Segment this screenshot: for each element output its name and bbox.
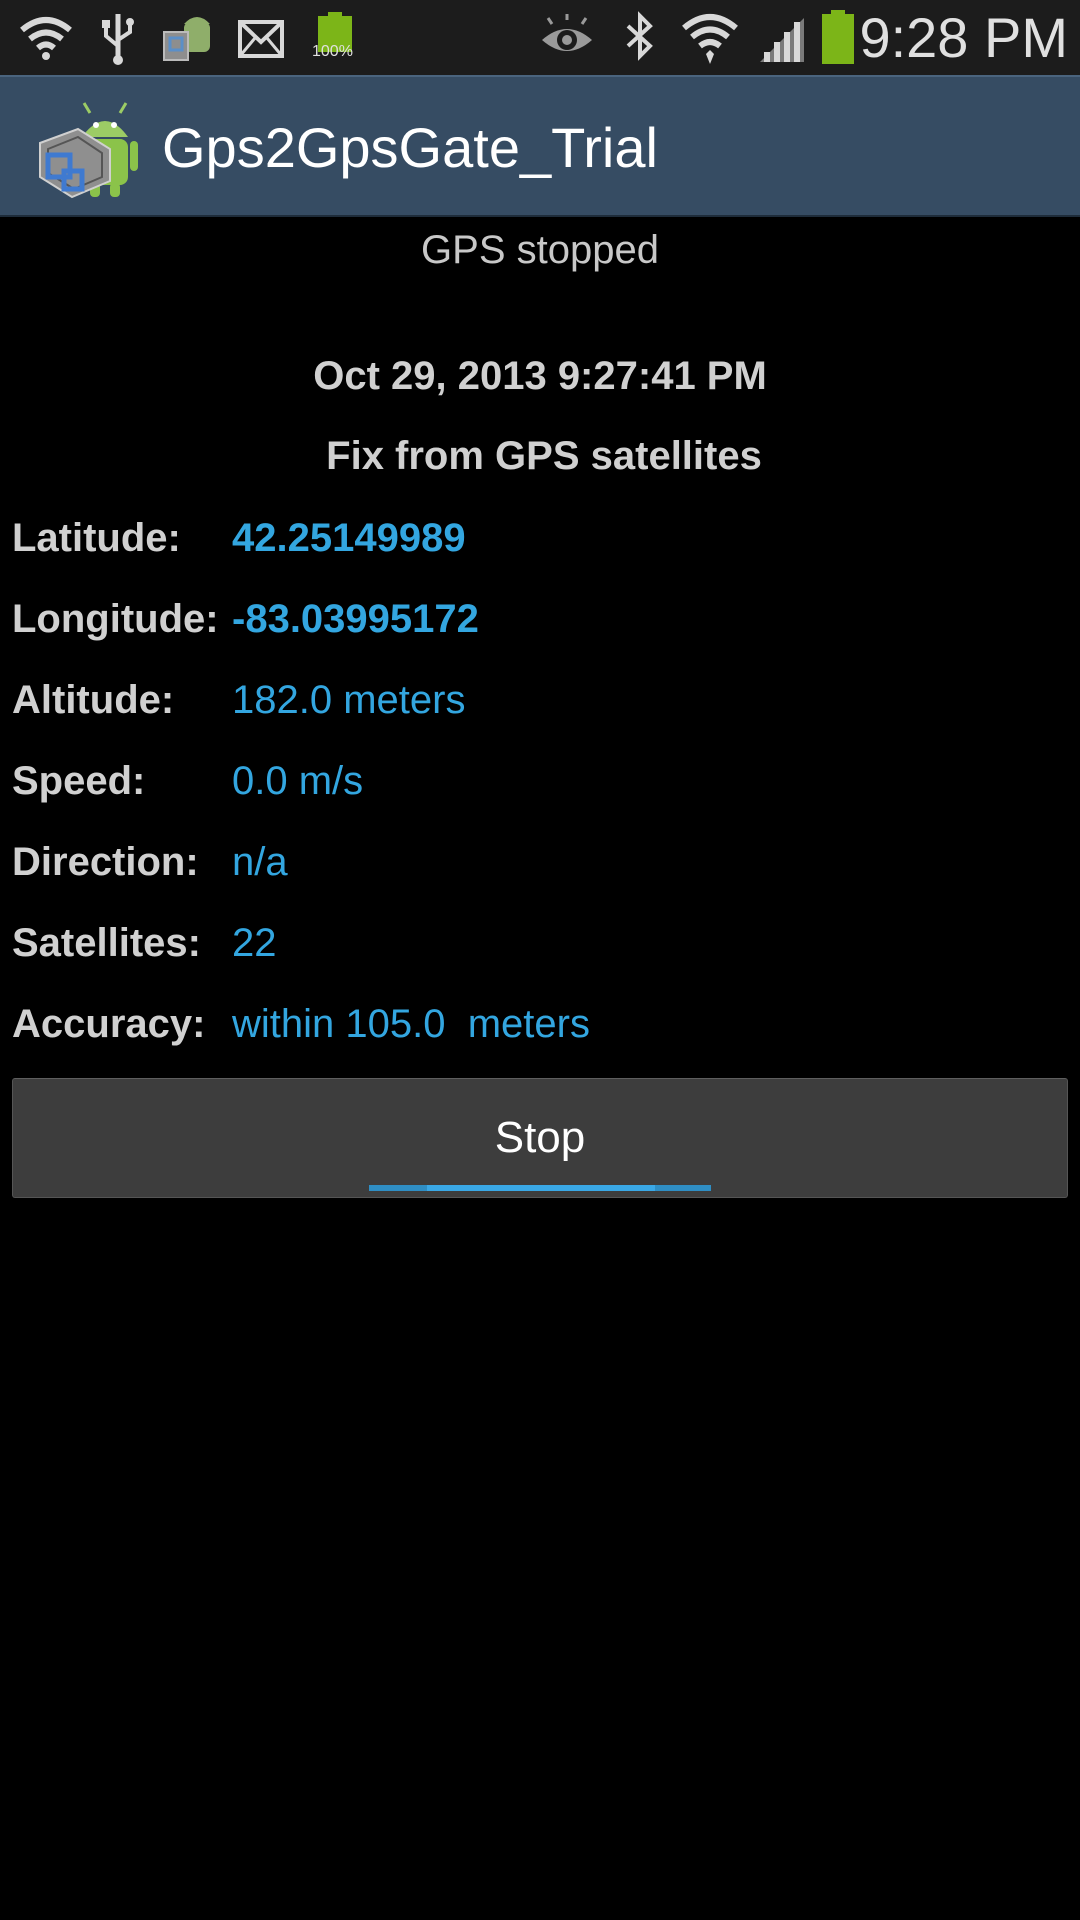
- usb-icon: [102, 14, 134, 65]
- bluetooth-icon: [626, 11, 653, 61]
- latitude-value: 42.25149989: [232, 516, 466, 560]
- fix-timestamp: Oct 29, 2013 9:27:41 PM: [313, 354, 767, 398]
- wifi-question-icon: [20, 17, 72, 60]
- altitude-row: Altitude: 182.0 meters: [12, 670, 1068, 730]
- battery-icon: [822, 10, 854, 64]
- signal-icon: [760, 18, 804, 62]
- longitude-label: Longitude:: [12, 597, 219, 641]
- speed-row: Speed: 0.0 m/s: [12, 751, 1068, 811]
- satellites-label: Satellites:: [12, 921, 201, 965]
- longitude-value: -83.03995172: [232, 597, 479, 641]
- eye-icon: [542, 14, 592, 51]
- fix-source-text: Fix from GPS satellites: [326, 434, 762, 478]
- gps-status-text: GPS stopped: [421, 228, 659, 272]
- direction-row: Direction: n/a: [12, 832, 1068, 892]
- speed-label: Speed:: [12, 759, 146, 803]
- accuracy-label: Accuracy:: [12, 1002, 206, 1046]
- satellites-value: 22: [232, 921, 277, 965]
- battery-notification-label: 100%: [312, 43, 353, 60]
- speed-value: 0.0 m/s: [232, 759, 364, 803]
- stop-button[interactable]: Stop: [12, 1078, 1068, 1198]
- altitude-label: Altitude:: [12, 678, 175, 722]
- app-bar: Gps2GpsGate_Trial: [0, 75, 1080, 217]
- latitude-label: Latitude:: [12, 516, 181, 560]
- longitude-row: Longitude: -83.03995172: [12, 589, 1068, 649]
- stop-button-label: Stop: [494, 1113, 586, 1162]
- satellites-row: Satellites: 22: [12, 913, 1068, 973]
- direction-label: Direction:: [12, 840, 199, 884]
- direction-value: n/a: [232, 840, 288, 884]
- accuracy-value: within 105.0 meters: [232, 1002, 590, 1046]
- email-icon: [238, 20, 284, 58]
- wifi-icon: [682, 14, 738, 64]
- app-logo-icon[interactable]: [38, 99, 140, 199]
- altitude-value: 182.0 meters: [232, 678, 466, 722]
- gps-app-notification-icon: [163, 17, 210, 61]
- accuracy-row: Accuracy: within 105.0 meters: [12, 994, 1068, 1054]
- button-focus-indicator-center: [427, 1185, 655, 1191]
- app-title: Gps2GpsGate_Trial: [162, 116, 658, 179]
- latitude-row: Latitude: 42.25149989: [12, 508, 1068, 568]
- status-bar: 100% 9:28 PM: [0, 0, 1080, 75]
- status-clock: 9:28 PM: [859, 6, 1068, 69]
